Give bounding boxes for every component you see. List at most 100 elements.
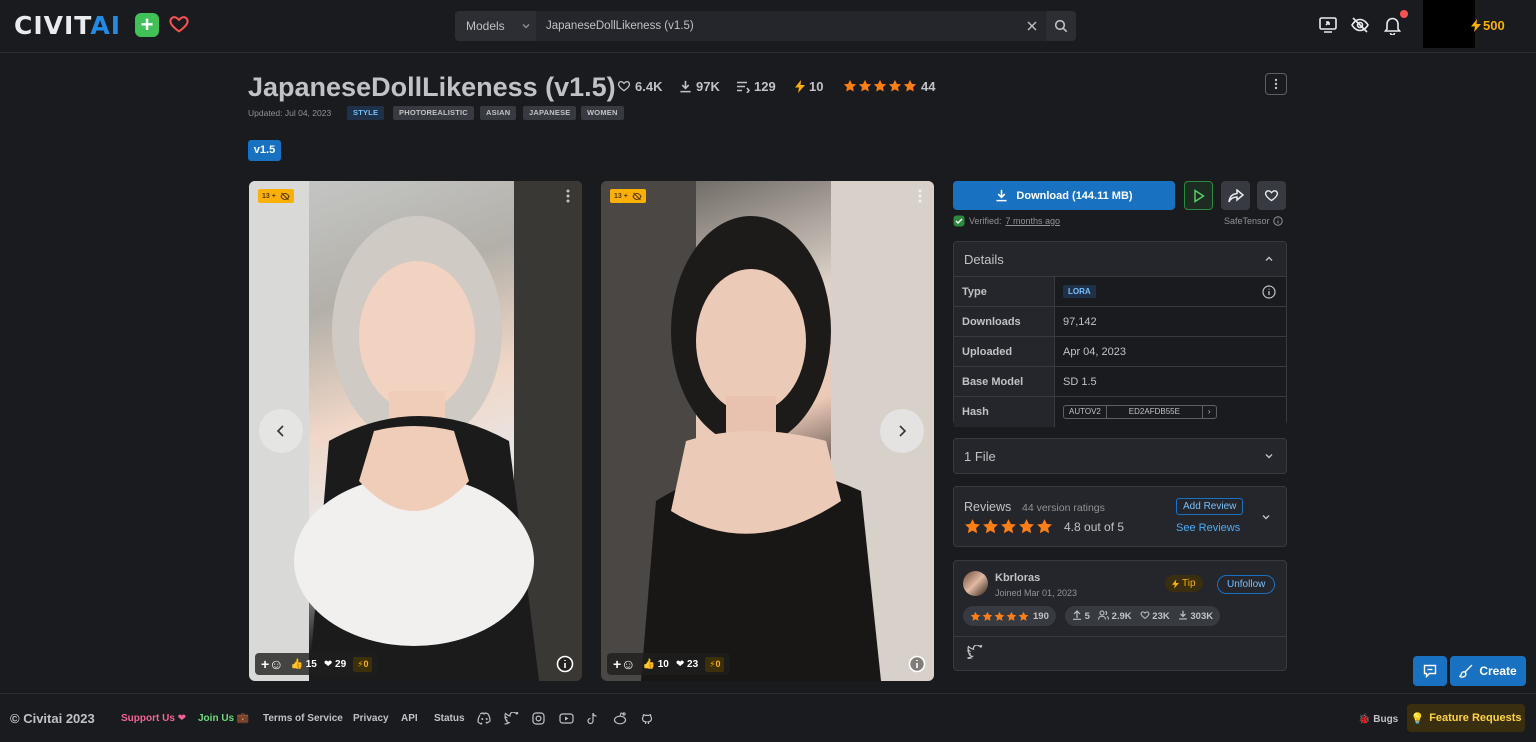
downloads-stat: 97K [679, 76, 720, 96]
plus-membership-icon[interactable]: + [135, 13, 159, 37]
model-menu-button[interactable] [1265, 73, 1287, 95]
rating-summary: 4.8 out of 5 [1064, 520, 1125, 534]
rating-stars [843, 79, 917, 93]
upload-icon [1073, 610, 1081, 620]
version-button[interactable]: v1.5 [248, 140, 281, 161]
tag-photorealistic[interactable]: PHOTOREALISTIC [393, 106, 474, 120]
hash-selector[interactable]: AUTOV2 ED2AFDB55E › [1063, 405, 1217, 419]
heart-reaction[interactable]: ❤ 29 [324, 659, 346, 670]
instagram-icon[interactable] [532, 712, 545, 725]
chevron-down-icon [522, 24, 530, 29]
search-button[interactable] [1046, 11, 1076, 41]
thumbs-up-reaction[interactable]: 👍 10 [642, 659, 668, 670]
api-link[interactable]: API [401, 713, 418, 724]
search-bar: Models [455, 11, 1076, 41]
search-icon [1054, 19, 1068, 33]
bell-icon[interactable] [1383, 15, 1402, 35]
comment-list-icon [737, 81, 750, 93]
thumbs-up-reaction[interactable]: 👍 15 [290, 659, 316, 670]
followers-stat: 2.9K [1097, 610, 1132, 622]
files-header[interactable]: 1 File [954, 439, 1286, 473]
hash-next-icon[interactable]: › [1203, 406, 1216, 418]
carousel-next-button[interactable] [880, 409, 924, 453]
rating-stat[interactable]: 44 [843, 76, 935, 96]
nsfw-level-badge[interactable]: 13 + [258, 189, 294, 203]
lightning-icon [795, 79, 805, 93]
chevron-right-icon [899, 425, 907, 437]
image-info-icon[interactable] [908, 655, 926, 673]
chevron-down-icon[interactable] [1261, 512, 1271, 522]
buzz-stat[interactable]: 10 [795, 76, 823, 96]
tag-style[interactable]: STYLE [347, 106, 385, 120]
search-category-select[interactable]: Models [455, 11, 536, 41]
creator-avatar[interactable] [963, 571, 988, 596]
download-icon [1178, 610, 1187, 620]
creator-studio-icon[interactable] [1318, 15, 1338, 35]
download-button[interactable]: Download (144.11 MB) [953, 181, 1175, 210]
info-icon[interactable] [1272, 216, 1283, 226]
bugs-link[interactable]: 🐞 Bugs [1358, 714, 1398, 725]
twitter-icon[interactable] [967, 645, 983, 659]
footer: © Civitai 2023 Support Us ❤ Join Us 💼 Te… [0, 693, 1536, 742]
chevron-down-icon [1265, 454, 1273, 459]
search-input[interactable] [536, 11, 1018, 41]
hash-value[interactable]: ED2AFDB55E [1105, 406, 1203, 418]
see-reviews-link[interactable]: See Reviews [1176, 522, 1240, 534]
hide-nsfw-icon[interactable] [1350, 15, 1370, 35]
comments-stat[interactable]: 129 [736, 76, 776, 96]
image-menu-icon[interactable] [918, 189, 922, 203]
twitter-icon[interactable] [504, 712, 519, 725]
user-avatar[interactable] [1423, 0, 1475, 48]
buzz-balance[interactable]: 500 [1471, 18, 1505, 33]
status-link[interactable]: Status [434, 713, 465, 724]
verified-time-link[interactable]: 7 months ago [1006, 216, 1061, 226]
terms-link[interactable]: Terms of Service [263, 713, 343, 724]
buzz-reaction[interactable]: ⚡0 [705, 656, 725, 672]
add-review-button[interactable]: Add Review [1176, 498, 1244, 515]
create-button[interactable]: Create [1450, 656, 1526, 686]
chat-button[interactable] [1413, 656, 1447, 686]
reddit-icon[interactable] [613, 712, 627, 725]
tip-button[interactable]: Tip [1165, 575, 1203, 592]
users-icon [1097, 610, 1109, 620]
unfollow-button[interactable]: Unfollow [1217, 575, 1276, 594]
nsfw-level-badge[interactable]: 13 + [610, 189, 646, 203]
brush-icon [1459, 664, 1473, 678]
likes-stat[interactable]: 6.4K [617, 76, 662, 96]
tag-asian[interactable]: ASIAN [480, 106, 517, 120]
reviews-stars [964, 518, 1053, 535]
hash-algo[interactable]: AUTOV2 [1064, 406, 1106, 418]
tag-women[interactable]: WOMEN [581, 106, 624, 120]
buzz-reaction[interactable]: ⚡0 [353, 656, 373, 672]
discord-icon[interactable] [477, 712, 492, 725]
feature-requests-button[interactable]: 💡 Feature Requests [1407, 704, 1525, 732]
civitai-logo[interactable]: CIVITAI [14, 11, 121, 41]
favorite-button[interactable] [1257, 181, 1286, 210]
youtube-icon[interactable] [559, 712, 574, 725]
add-reaction-button[interactable]: +☺ [613, 656, 635, 672]
info-icon[interactable] [1262, 285, 1276, 299]
support-us-link[interactable]: Support Us ❤ [121, 713, 186, 724]
tag-japanese[interactable]: JAPANESE [523, 106, 577, 120]
creator-name[interactable]: Kbrloras [995, 572, 1040, 584]
image-menu-icon[interactable] [566, 189, 570, 203]
dots-vertical-icon [1274, 78, 1278, 90]
eye-off-icon [632, 192, 642, 200]
heart-icon[interactable] [168, 13, 190, 35]
details-header[interactable]: Details [954, 242, 1286, 277]
github-icon[interactable] [641, 712, 654, 725]
notification-dot [1400, 10, 1408, 18]
clear-search-button[interactable] [1018, 11, 1046, 41]
tiktok-icon[interactable] [586, 712, 599, 725]
add-reaction-button[interactable]: +☺ [261, 656, 283, 672]
privacy-link[interactable]: Privacy [353, 713, 389, 724]
run-button[interactable] [1184, 181, 1213, 210]
carousel-prev-button[interactable] [259, 409, 303, 453]
heart-outline-icon [617, 80, 631, 92]
creator-rating-chip: 190 [963, 606, 1056, 626]
image-info-icon[interactable] [556, 655, 574, 673]
join-us-link[interactable]: Join Us 💼 [198, 713, 249, 724]
heart-reaction[interactable]: ❤ 23 [676, 659, 698, 670]
share-button[interactable] [1221, 181, 1250, 210]
creator-joined: Joined Mar 01, 2023 [995, 588, 1078, 598]
